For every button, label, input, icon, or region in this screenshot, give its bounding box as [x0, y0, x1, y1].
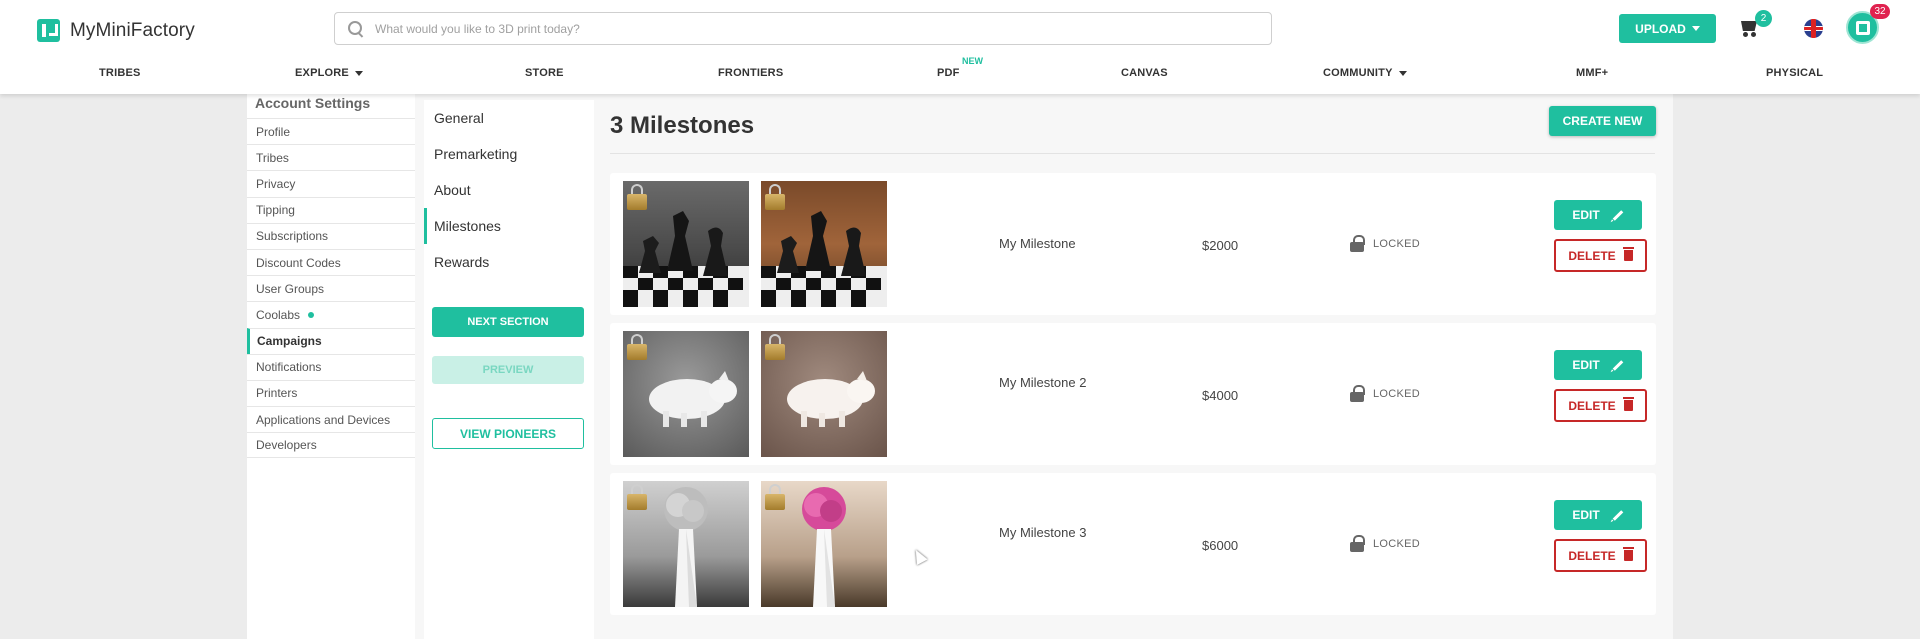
trash-icon: [1622, 547, 1634, 561]
milestone-image-color: [761, 331, 887, 457]
milestone-status: LOCKED: [1350, 385, 1420, 402]
chevron-down-icon: [1691, 26, 1700, 31]
logo-icon: [37, 19, 60, 42]
trash-icon: [1622, 247, 1634, 261]
section-milestones[interactable]: Milestones: [424, 208, 594, 244]
new-badge: NEW: [962, 56, 983, 66]
trash-icon: [1622, 397, 1634, 411]
milestone-image-color: [761, 181, 887, 307]
milestone-name: My Milestone 2: [999, 375, 1087, 390]
pencil-icon: [1612, 359, 1623, 371]
notification-count-badge: 32: [1870, 4, 1890, 19]
language-flag-icon[interactable]: [1804, 19, 1823, 38]
next-section-button[interactable]: NEXT SECTION: [432, 307, 584, 337]
nav-physical[interactable]: PHYSICAL: [1766, 67, 1823, 79]
milestone-image-grayscale: [623, 481, 749, 607]
milestone-price: $6000: [1202, 538, 1239, 553]
logo[interactable]: MyMiniFactory: [37, 19, 195, 42]
settings-item-tribes[interactable]: Tribes: [247, 144, 415, 170]
milestone-image-grayscale: [623, 331, 749, 457]
lock-icon: [765, 334, 785, 360]
settings-item-discount-codes[interactable]: Discount Codes: [247, 248, 415, 275]
lock-icon: [627, 334, 647, 360]
milestone-name: My Milestone: [999, 236, 1076, 251]
milestone-image-color: [761, 481, 887, 607]
lock-icon: [1350, 535, 1365, 552]
nav-community[interactable]: COMMUNITY: [1323, 67, 1407, 79]
milestone-status: LOCKED: [1350, 235, 1420, 252]
settings-item-printers[interactable]: Printers: [247, 379, 415, 406]
nav-frontiers[interactable]: FRONTIERS: [718, 67, 783, 79]
milestone-price: $2000: [1202, 238, 1239, 253]
settings-item-campaigns[interactable]: Campaigns: [247, 327, 415, 354]
lock-icon: [627, 184, 647, 210]
section-general[interactable]: General: [424, 100, 594, 136]
pencil-icon: [1612, 209, 1623, 221]
search-input[interactable]: [375, 21, 1255, 36]
milestone-name: My Milestone 3: [999, 525, 1087, 540]
delete-button[interactable]: DELETE: [1554, 239, 1647, 272]
site-header: MyMiniFactory UPLOAD 2 32 TRIBES EXPLORE…: [0, 0, 1920, 94]
milestone-status: LOCKED: [1350, 535, 1420, 552]
create-new-button[interactable]: CREATE NEW: [1549, 106, 1656, 136]
upload-button[interactable]: UPLOAD: [1619, 14, 1716, 43]
chevron-down-icon: [1398, 70, 1407, 76]
edit-button[interactable]: EDIT: [1554, 500, 1642, 530]
section-about[interactable]: About: [424, 172, 594, 208]
milestone-card: My Milestone 2 $4000 LOCKED EDIT DELETE: [610, 323, 1656, 465]
search-icon: [347, 20, 365, 38]
milestone-image-grayscale: [623, 181, 749, 307]
nav-canvas[interactable]: CANVAS: [1121, 67, 1168, 79]
settings-item-user-groups[interactable]: User Groups: [247, 275, 415, 301]
delete-button[interactable]: DELETE: [1554, 539, 1647, 572]
divider: [610, 153, 1655, 154]
nav-tribes[interactable]: TRIBES: [99, 67, 141, 79]
lock-icon: [627, 484, 647, 510]
settings-item-notifications[interactable]: Notifications: [247, 353, 415, 380]
nav-explore[interactable]: EXPLORE: [295, 67, 363, 79]
delete-button[interactable]: DELETE: [1554, 389, 1647, 422]
settings-item-developers[interactable]: Developers: [247, 432, 415, 459]
account-settings-list: Profile Tribes Privacy Tipping Subscript…: [247, 118, 415, 459]
page-title: 3 Milestones: [610, 112, 755, 139]
pencil-icon: [1612, 509, 1623, 521]
search-bar[interactable]: [334, 12, 1272, 45]
edit-button[interactable]: EDIT: [1554, 200, 1642, 230]
milestone-price: $4000: [1202, 388, 1239, 403]
lock-icon: [765, 484, 785, 510]
section-rewards[interactable]: Rewards: [424, 244, 594, 280]
account-settings-title: Account Settings: [255, 95, 371, 111]
preview-button[interactable]: PREVIEW: [432, 356, 584, 384]
settings-item-tipping[interactable]: Tipping: [247, 196, 415, 223]
settings-item-subscriptions[interactable]: Subscriptions: [247, 222, 415, 249]
nav-store[interactable]: STORE: [525, 67, 564, 79]
section-premarketing[interactable]: Premarketing: [424, 136, 594, 172]
view-pioneers-button[interactable]: VIEW PIONEERS: [432, 418, 584, 449]
settings-item-profile[interactable]: Profile: [247, 118, 415, 144]
settings-item-privacy[interactable]: Privacy: [247, 170, 415, 196]
lock-icon: [1350, 235, 1365, 252]
nav-mmf-plus[interactable]: MMF+: [1576, 67, 1608, 79]
lock-icon: [1350, 385, 1365, 402]
chevron-down-icon: [354, 70, 363, 76]
logo-text: MyMiniFactory: [70, 19, 195, 41]
nav-pdf[interactable]: PDF: [937, 67, 960, 79]
edit-button[interactable]: EDIT: [1554, 350, 1642, 380]
settings-item-applications[interactable]: Applications and Devices: [247, 406, 415, 432]
cart-count-badge: 2: [1755, 10, 1772, 27]
settings-item-coolabs[interactable]: Coolabs: [247, 301, 415, 327]
lock-icon: [765, 184, 785, 210]
main-nav: TRIBES EXPLORE STORE FRONTIERS PDF CANVA…: [0, 67, 1920, 81]
upload-label: UPLOAD: [1635, 21, 1686, 36]
milestone-card: My Milestone 3 $6000 LOCKED EDIT DELETE: [610, 473, 1656, 615]
status-dot: [308, 311, 315, 318]
milestone-card: My Milestone $2000 LOCKED EDIT DELETE: [610, 173, 1656, 315]
